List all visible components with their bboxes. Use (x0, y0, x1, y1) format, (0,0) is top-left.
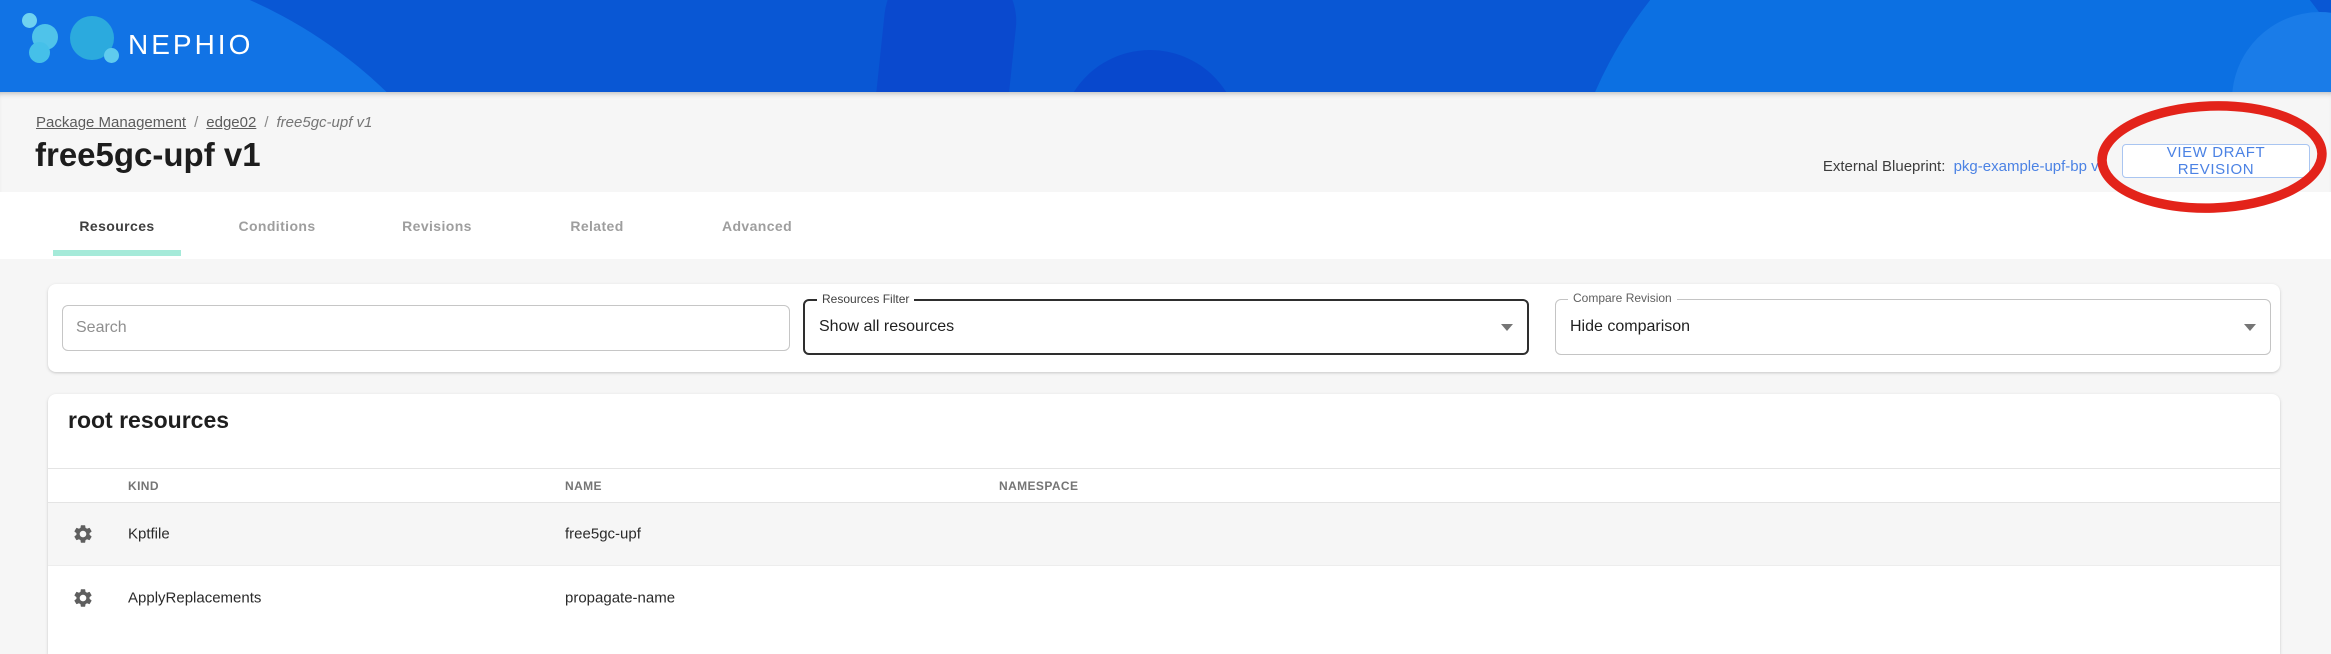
root-resources-card: root resources KIND NAME NAMESPACE Kptfi… (48, 394, 2280, 654)
breadcrumb-separator: / (194, 114, 198, 131)
brand-wordmark: NEPHIO (128, 31, 253, 59)
logo-bubble-icon (22, 13, 37, 28)
tab-resources[interactable]: Resources (37, 192, 197, 259)
table-row[interactable]: Kptfile free5gc-upf (48, 503, 2280, 566)
breadcrumb-link-package-management[interactable]: Package Management (36, 114, 186, 131)
compare-revision-label: Compare Revision (1568, 291, 1677, 305)
filters-card: Resources Filter Show all resources Comp… (48, 284, 2280, 372)
header-decor-shape (1560, 0, 2331, 92)
tab-related[interactable]: Related (517, 192, 677, 259)
header-decor-shape (1060, 50, 1240, 92)
gear-icon (72, 523, 94, 545)
cell-kind: ApplyReplacements (128, 589, 261, 606)
page-title: free5gc-upf v1 (35, 136, 261, 174)
tab-advanced[interactable]: Advanced (677, 192, 837, 259)
breadcrumb-separator: / (264, 114, 268, 131)
compare-revision-select[interactable]: Compare Revision Hide comparison (1555, 299, 2271, 355)
table-header-row: KIND NAME NAMESPACE (48, 468, 2280, 503)
column-header-kind: KIND (128, 479, 159, 493)
chevron-down-icon (1501, 324, 1513, 331)
external-blueprint-link[interactable]: pkg-example-upf-bp v5 (1954, 158, 2107, 175)
cell-name: free5gc-upf (565, 526, 641, 543)
column-header-namespace: NAMESPACE (999, 479, 1078, 493)
tab-conditions[interactable]: Conditions (197, 192, 357, 259)
column-header-name: NAME (565, 479, 602, 493)
tab-revisions[interactable]: Revisions (357, 192, 517, 259)
compare-revision-value: Hide comparison (1570, 318, 1690, 336)
breadcrumb-current: free5gc-upf v1 (277, 114, 373, 131)
resources-filter-select[interactable]: Resources Filter Show all resources (803, 299, 1529, 355)
chevron-down-icon (2244, 324, 2256, 331)
table-row[interactable]: ApplyReplacements propagate-name (48, 566, 2280, 629)
cell-kind: Kptfile (128, 526, 170, 543)
external-blueprint: External Blueprint: pkg-example-upf-bp v… (1823, 158, 2107, 175)
search-input[interactable] (62, 305, 790, 351)
section-title: root resources (68, 407, 229, 434)
breadcrumb-link-edge02[interactable]: edge02 (206, 114, 256, 131)
app-header: NEPHIO (0, 0, 2331, 92)
cell-name: propagate-name (565, 589, 675, 606)
breadcrumb: Package Management / edge02 / free5gc-upf v1 (36, 114, 372, 131)
view-draft-revision-button[interactable]: VIEW DRAFT REVISION (2122, 144, 2310, 178)
logo-bubble-icon (29, 42, 50, 63)
gear-icon (72, 587, 94, 609)
page-header: Package Management/edge02/free5gc-upf v1… (0, 92, 2331, 192)
header-decor-shape (866, 0, 1022, 92)
logo-bubble-icon (104, 48, 119, 63)
resources-filter-label: Resources Filter (817, 292, 914, 306)
resources-filter-value: Show all resources (819, 318, 954, 336)
external-blueprint-label: External Blueprint: (1823, 158, 1946, 175)
tab-bar: Resources Conditions Revisions Related A… (0, 192, 2331, 259)
nephio-logo[interactable]: NEPHIO (0, 0, 300, 92)
